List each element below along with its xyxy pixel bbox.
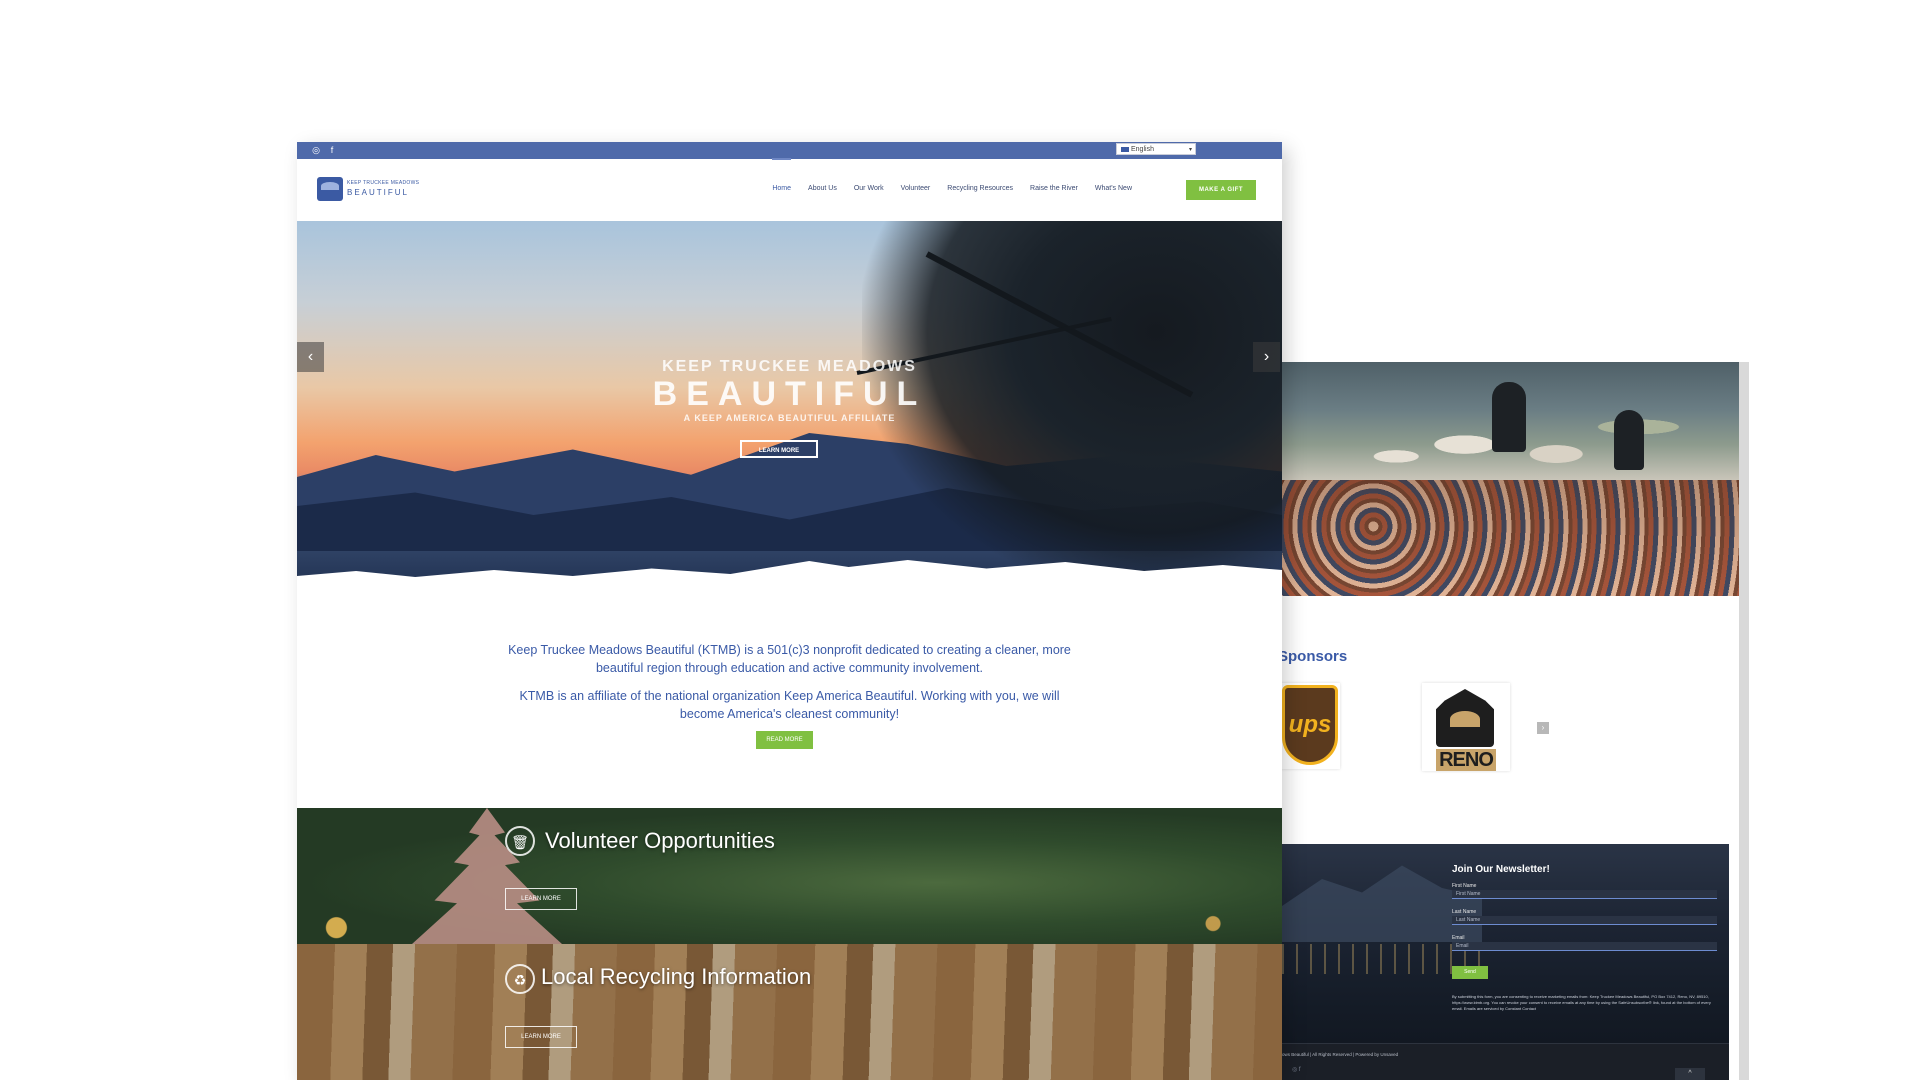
chevron-down-icon: ▾ [1188, 147, 1192, 153]
recycle-icon: ♻ [505, 964, 535, 994]
hero-learn-more-button[interactable]: LEARN MORE [740, 440, 818, 458]
flag-icon [1121, 146, 1129, 152]
first-name-input[interactable]: First Name [1452, 890, 1717, 899]
nav-item-volunteer[interactable]: Volunteer [901, 185, 931, 192]
language-selector[interactable]: English ▾ [1116, 143, 1196, 155]
reno-text: RENO [1436, 749, 1496, 771]
reno-seal-icon [1436, 689, 1494, 747]
top-bar: ◎ f English ▾ [297, 142, 1282, 159]
nav-item-about-us[interactable]: About Us [808, 185, 837, 192]
footer-copyright: ows Beautiful | All Rights Reserved | Po… [1282, 1052, 1399, 1057]
email-label: Email [1452, 935, 1465, 941]
newsletter-title: Join Our Newsletter! [1452, 864, 1550, 875]
hero-subtitle: A KEEP AMERICA BEAUTIFUL AFFILIATE [683, 413, 896, 423]
email-input[interactable]: Email [1452, 942, 1717, 951]
language-label: English [1131, 146, 1154, 153]
logo-line-1: KEEP TRUCKEE MEADOWS [347, 180, 420, 186]
ktmb-logo[interactable]: KEEP TRUCKEE MEADOWS BEAUTIFUL [317, 177, 420, 203]
ups-shield: ups [1282, 685, 1338, 765]
footer-bar: ows Beautiful | All Rights Reserved | Po… [1282, 1043, 1729, 1080]
nav-item-recycling-resources[interactable]: Recycling Resources [947, 185, 1013, 192]
newsletter-send-button[interactable]: Send [1452, 966, 1488, 979]
instagram-icon[interactable]: ◎ [311, 145, 321, 155]
students-crowd-photo [1282, 480, 1739, 596]
hero-title-line-1: KEEP TRUCKEE MEADOWS [662, 358, 917, 375]
nav-item-raise-the-river[interactable]: Raise the River [1030, 185, 1078, 192]
volunteer-opportunities-band: 🗑 Volunteer Opportunities LEARN MORE [297, 808, 1282, 944]
sponsors-next-arrow[interactable]: › [1537, 722, 1549, 734]
nav-item-home[interactable]: Home [772, 158, 791, 192]
last-name-label: Last Name [1452, 909, 1477, 915]
recycling-band-title: Local Recycling Information [541, 964, 812, 989]
city-of-reno-sponsor-logo[interactable]: RENO [1422, 683, 1510, 771]
wooden-tree-ornament [412, 808, 562, 944]
logo-line-2: BEAUTIFUL [347, 188, 410, 197]
main-navigation: KEEP TRUCKEE MEADOWS BEAUTIFUL Home Abou… [297, 158, 1282, 222]
local-recycling-band: ♻ Local Recycling Information LEARN MORE [297, 944, 1282, 1080]
intro-section: Keep Truckee Meadows Beautiful (KTMB) is… [297, 591, 1282, 808]
homepage-screenshot: ◎ f English ▾ KEEP TRUCKEE MEADOWS BEAUT… [297, 142, 1282, 1080]
newsletter-section: Join Our Newsletter! First Name First Na… [1282, 844, 1729, 1080]
newsletter-fine-print: By submitting this form, you are consent… [1452, 994, 1711, 1011]
hero-slider: ‹ › KEEP TRUCKEE MEADOWS BEAUTIFUL A KEE… [297, 221, 1282, 591]
ktmb-logo-icon [317, 177, 343, 201]
hero-title-line-2: BEAUTIFUL [652, 375, 927, 413]
nav-item-our-work[interactable]: Our Work [854, 185, 884, 192]
intro-paragraph-2: KTMB is an affiliate of the national org… [519, 689, 1060, 721]
facebook-icon[interactable]: f [327, 145, 337, 155]
footer-social-icons: ◎ f [1292, 1067, 1301, 1073]
trash-icon: 🗑 [505, 826, 535, 856]
recycling-learn-more-button[interactable]: LEARN MORE [505, 1026, 577, 1048]
river-volunteers-photo [1282, 362, 1739, 480]
last-name-input[interactable]: Last Name [1452, 916, 1717, 925]
volunteer-band-title: Volunteer Opportunities [545, 828, 775, 853]
read-more-button[interactable]: READ MORE [756, 731, 813, 749]
volunteer-learn-more-button[interactable]: LEARN MORE [505, 888, 577, 910]
nav-item-whats-new[interactable]: What's New [1095, 185, 1132, 192]
secondary-page-screenshot: r Sponsors ups RENO › Join Our Newslette… [1268, 362, 1749, 1080]
scroll-to-top-button[interactable]: ^ [1675, 1068, 1705, 1080]
person-silhouette [1614, 410, 1644, 470]
intro-paragraph-1: Keep Truckee Meadows Beautiful (KTMB) is… [508, 643, 1071, 675]
first-name-label: First Name [1452, 883, 1477, 889]
person-silhouette [1492, 382, 1526, 452]
make-a-gift-button[interactable]: MAKE A GIFT [1186, 180, 1256, 200]
ups-sponsor-logo[interactable]: ups [1276, 683, 1340, 769]
nav-menu: Home About Us Our Work Volunteer Recycli… [772, 158, 1132, 192]
